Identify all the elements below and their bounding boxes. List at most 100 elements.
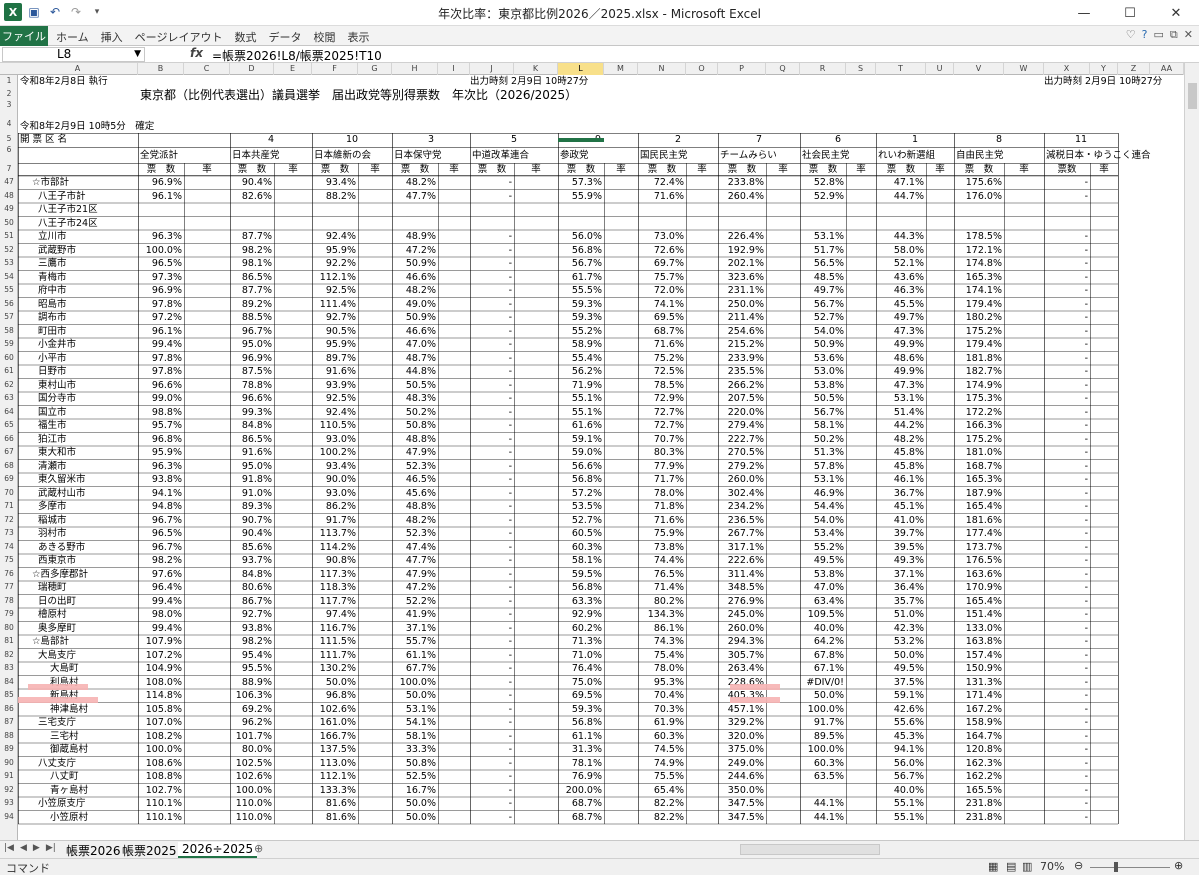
value-cell[interactable]: - xyxy=(1044,244,1088,257)
value-cell[interactable]: 177.4% xyxy=(954,527,1002,540)
district-name[interactable]: 小笠原村 xyxy=(50,811,88,824)
value-cell[interactable]: 82.2% xyxy=(638,811,684,824)
value-cell[interactable]: 48.2% xyxy=(392,284,436,297)
value-cell[interactable]: 91.8% xyxy=(230,473,272,486)
district-name[interactable]: 府中市 xyxy=(38,284,67,297)
value-cell[interactable]: 222.7% xyxy=(718,433,764,446)
value-cell[interactable]: 110.5% xyxy=(312,419,356,432)
value-cell[interactable]: - xyxy=(1044,379,1088,392)
value-cell[interactable]: 90.4% xyxy=(230,176,272,189)
value-cell[interactable]: 53.1% xyxy=(800,230,844,243)
value-cell[interactable]: 44.7% xyxy=(876,190,924,203)
maximize-button[interactable]: ☐ xyxy=(1107,0,1153,26)
party-number-5[interactable]: 2 xyxy=(638,133,718,146)
value-cell[interactable]: 78.1% xyxy=(558,757,602,770)
rate-label-7[interactable]: 率 xyxy=(766,163,800,176)
value-cell[interactable]: 102.6% xyxy=(312,703,356,716)
value-cell[interactable]: - xyxy=(1044,554,1088,567)
party-name-7[interactable]: 社会民主党 xyxy=(802,149,850,162)
value-cell[interactable]: 93.0% xyxy=(312,433,356,446)
output-time-1[interactable]: 出力時刻 2月9日 10時27分 xyxy=(470,75,588,88)
value-cell[interactable]: 43.6% xyxy=(876,271,924,284)
value-cell[interactable]: 96.9% xyxy=(230,352,272,365)
value-cell[interactable]: - xyxy=(1044,325,1088,338)
value-cell[interactable]: 41.0% xyxy=(876,514,924,527)
value-cell[interactable]: 99.4% xyxy=(138,622,182,635)
value-cell[interactable]: 55.6% xyxy=(876,716,924,729)
value-cell[interactable]: 56.5% xyxy=(800,257,844,270)
next-sheet-icon[interactable]: ▶ xyxy=(33,843,40,853)
value-cell[interactable]: 85.6% xyxy=(230,541,272,554)
value-cell[interactable]: - xyxy=(1044,419,1088,432)
value-cell[interactable]: 52.7% xyxy=(800,311,844,324)
value-cell[interactable]: 48.7% xyxy=(392,352,436,365)
value-cell[interactable]: 323.6% xyxy=(718,271,764,284)
value-cell[interactable]: 59.3% xyxy=(558,311,602,324)
value-cell[interactable]: 52.3% xyxy=(392,460,436,473)
value-cell[interactable]: 99.4% xyxy=(138,595,182,608)
rate-label-5[interactable]: 率 xyxy=(604,163,638,176)
value-cell[interactable]: 89.7% xyxy=(312,352,356,365)
district-name[interactable]: 青梅市 xyxy=(38,271,67,284)
value-cell[interactable]: 49.5% xyxy=(876,662,924,675)
value-cell[interactable]: - xyxy=(1044,298,1088,311)
value-cell[interactable]: 97.3% xyxy=(138,271,182,284)
value-cell[interactable]: 87.7% xyxy=(230,284,272,297)
district-name[interactable]: 瑞穂町 xyxy=(38,581,67,594)
value-cell[interactable]: 44.3% xyxy=(876,230,924,243)
district-name[interactable]: 清瀬市 xyxy=(38,460,67,473)
value-cell[interactable]: 56.7% xyxy=(800,298,844,311)
value-cell[interactable]: - xyxy=(1044,581,1088,594)
value-cell[interactable]: 133.0% xyxy=(954,622,1002,635)
district-name[interactable]: 稲城市 xyxy=(38,514,67,527)
party-number-7[interactable]: 6 xyxy=(800,133,876,146)
votes-label-6[interactable]: 票 数 xyxy=(638,163,686,176)
votes-label-1[interactable]: 票 数 xyxy=(230,163,274,176)
value-cell[interactable]: 112.1% xyxy=(312,271,356,284)
value-cell[interactable]: 93.8% xyxy=(138,473,182,486)
value-cell[interactable]: 235.5% xyxy=(718,365,764,378)
minimize-button[interactable]: — xyxy=(1061,0,1107,26)
value-cell[interactable]: 72.9% xyxy=(638,392,684,405)
value-cell[interactable]: 99.4% xyxy=(138,338,182,351)
value-cell[interactable]: 50.2% xyxy=(800,433,844,446)
value-cell[interactable]: 108.0% xyxy=(138,676,182,689)
value-cell[interactable]: 52.5% xyxy=(392,770,436,783)
value-cell[interactable]: - xyxy=(470,230,512,243)
value-cell[interactable]: 39.7% xyxy=(876,527,924,540)
value-cell[interactable]: 75.7% xyxy=(638,271,684,284)
value-cell[interactable]: 95.9% xyxy=(312,338,356,351)
value-cell[interactable]: 76.4% xyxy=(558,662,602,675)
value-cell[interactable]: 270.5% xyxy=(718,446,764,459)
value-cell[interactable]: 44.8% xyxy=(392,365,436,378)
value-cell[interactable]: 74.3% xyxy=(638,635,684,648)
value-cell[interactable]: 56.0% xyxy=(558,230,602,243)
value-cell[interactable]: 74.1% xyxy=(638,298,684,311)
sheet-tab-ratio[interactable]: 2026÷2025 xyxy=(178,842,258,858)
value-cell[interactable]: 31.3% xyxy=(558,743,602,756)
value-cell[interactable]: 260.0% xyxy=(718,622,764,635)
value-cell[interactable]: 52.1% xyxy=(876,257,924,270)
value-cell[interactable]: 89.3% xyxy=(230,500,272,513)
value-cell[interactable]: 80.0% xyxy=(230,743,272,756)
value-cell[interactable]: 55.2% xyxy=(558,325,602,338)
value-cell[interactable]: 53.0% xyxy=(800,365,844,378)
district-name[interactable]: 昭島市 xyxy=(38,298,67,311)
value-cell[interactable]: 226.4% xyxy=(718,230,764,243)
value-cell[interactable]: 69.5% xyxy=(558,689,602,702)
district-name[interactable]: 日野市 xyxy=(38,365,67,378)
value-cell[interactable]: 57.3% xyxy=(558,176,602,189)
value-cell[interactable]: - xyxy=(470,581,512,594)
zoom-level[interactable]: 70% xyxy=(1040,860,1064,873)
value-cell[interactable]: - xyxy=(1044,392,1088,405)
value-cell[interactable]: 40.0% xyxy=(800,622,844,635)
value-cell[interactable]: 97.8% xyxy=(138,365,182,378)
value-cell[interactable]: 116.7% xyxy=(312,622,356,635)
value-cell[interactable]: 48.8% xyxy=(392,500,436,513)
value-cell[interactable]: - xyxy=(1044,595,1088,608)
value-cell[interactable]: 44.2% xyxy=(876,419,924,432)
value-cell[interactable]: - xyxy=(1044,514,1088,527)
district-name[interactable]: ☆市部計 xyxy=(32,176,69,189)
value-cell[interactable]: 175.6% xyxy=(954,176,1002,189)
value-cell[interactable]: 63.4% xyxy=(800,595,844,608)
